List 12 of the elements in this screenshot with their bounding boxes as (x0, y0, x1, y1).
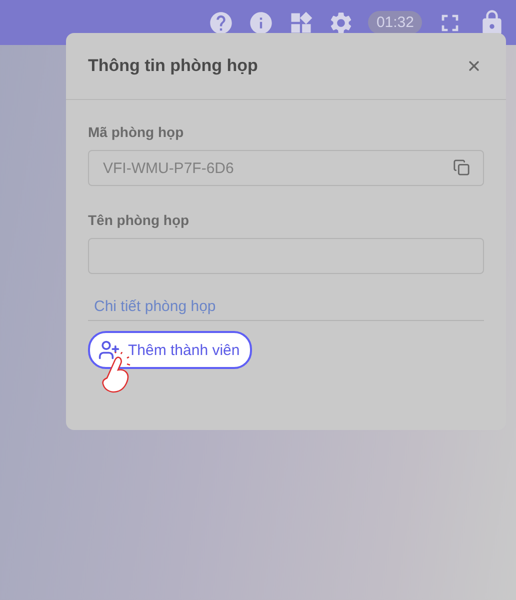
add-user-icon (98, 339, 120, 361)
help-icon[interactable] (208, 10, 234, 36)
copy-icon[interactable] (453, 159, 470, 176)
add-member-button[interactable]: Thêm thành viên (88, 331, 252, 369)
close-icon[interactable] (466, 58, 482, 74)
timer: 01:32 (368, 11, 422, 34)
input-field[interactable]: VFI-WMU-P7F-6D6 (88, 150, 484, 186)
field-label: Mã phòng họp (88, 124, 185, 140)
field-label: Tên phòng họp (88, 212, 190, 228)
dialog-title: Thông tin phòng họp (88, 56, 258, 76)
details-link[interactable]: Chi tiết phòng họp (94, 298, 216, 315)
info-icon[interactable] (248, 10, 274, 36)
